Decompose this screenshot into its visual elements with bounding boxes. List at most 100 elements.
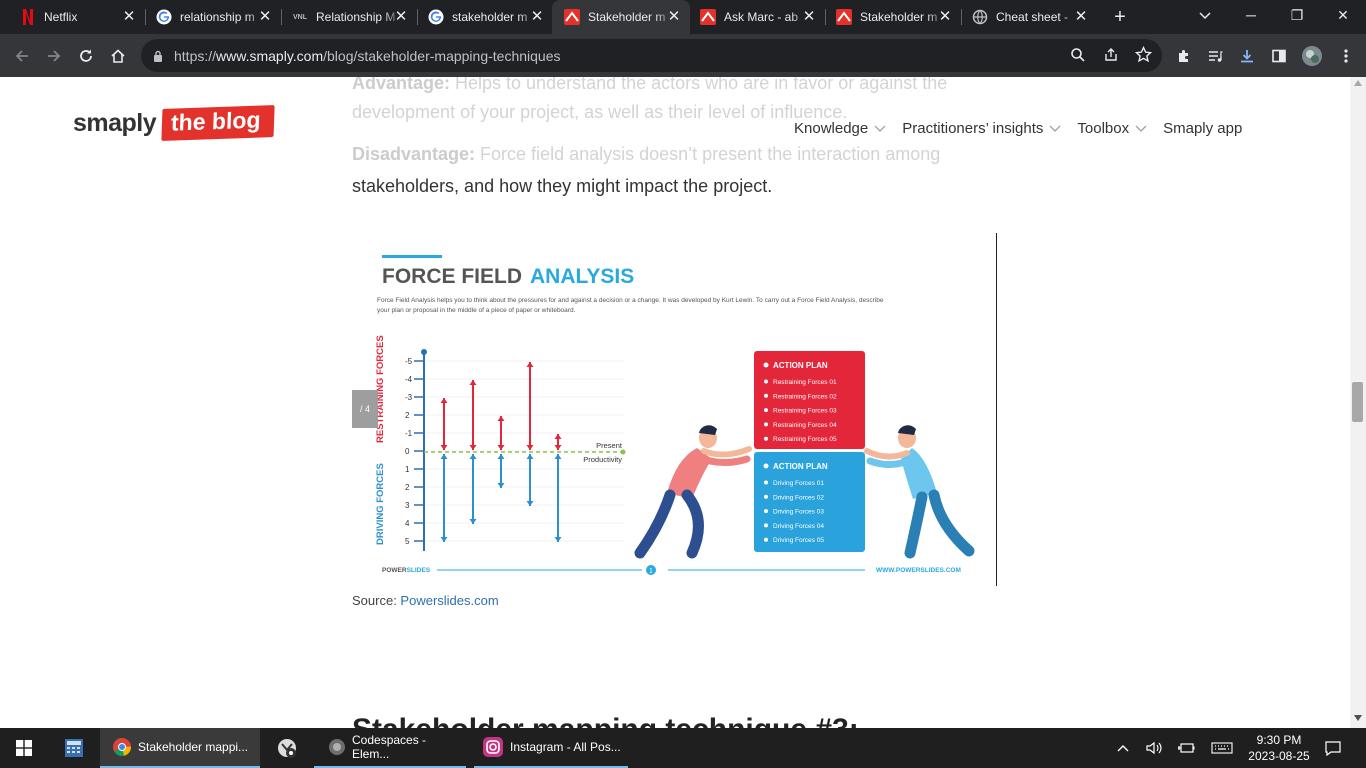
tab-title: relationship m [180,10,255,24]
driving-force-arrowhead [497,454,505,459]
forward-button[interactable] [40,42,68,70]
reload-button[interactable] [72,42,100,70]
axis-tick-label: -3 [405,393,413,402]
new-tab-button[interactable]: + [1109,6,1131,28]
axis-tick-label: -4 [405,375,413,384]
taskbar-clock[interactable]: 9:30 PM 2023-08-25 [1248,732,1310,764]
list-bullet [764,422,768,427]
nav-toolbox[interactable]: Toolbox [1077,120,1147,137]
menu-kebab-icon[interactable] [1332,42,1360,70]
lock-icon[interactable] [153,49,163,67]
close-tab-icon[interactable]: ✕ [801,9,817,25]
close-tab-icon[interactable]: ✕ [257,9,273,25]
driving-force-arrowhead [469,454,477,459]
profile-avatar-icon[interactable] [1298,42,1326,70]
axis-tick-label: 5 [405,537,410,546]
axis-tick-label: 4 [405,519,410,528]
tab-netflix[interactable]: Netflix ✕ [0,0,145,34]
chevron-down-icon [874,125,886,132]
url-text: https://www.smaply.com/blog/stakeholder-… [174,48,561,64]
nav-practitioners-insights[interactable]: Practitioners’ insights [902,120,1061,137]
app-taskbar-icon[interactable] [264,728,310,768]
close-tab-icon[interactable]: ✕ [529,9,545,25]
axis-tick-label: -1 [405,429,413,438]
footer-page-number: 1 [649,568,653,575]
taskbar-item-chrome[interactable]: Stakeholder mappi... [100,728,260,768]
list-bullet [764,436,768,441]
action-plan-item: Driving Forces 05 [773,537,824,544]
figure-desc-1: Force Field Analysis helps you to think … [377,297,884,304]
tab-smaply-stakeholder-active[interactable]: Stakeholder m ✕ [552,0,690,34]
tab-google-relationship[interactable]: relationship m ✕ [136,0,281,34]
tab-smaply-stakeholder-2[interactable]: Stakeholder m ✕ [816,0,961,34]
list-bullet [764,408,768,413]
netflix-icon [20,9,36,25]
start-button[interactable] [0,728,48,768]
action-plan-item: Driving Forces 04 [773,523,824,530]
battery-plug-icon[interactable] [1174,728,1198,768]
vnl-icon: VNL [293,13,307,21]
restraining-force-arrowtail [554,434,562,439]
source-link[interactable]: Powerslides.com [400,593,498,608]
restraining-force-arrowhead [469,445,477,450]
action-plan-item: Restraining Forces 05 [773,436,837,443]
taskbar-item-instagram[interactable]: Instagram - All Pos... [474,728,628,768]
calculator-taskbar-icon[interactable] [52,728,96,768]
smaply-icon [700,9,716,25]
site-logo[interactable]: smaply the blog [73,105,276,141]
windows-taskbar: Stakeholder mappi... Codespaces - Elem..… [0,728,1366,768]
close-tab-icon[interactable]: ✕ [937,9,953,25]
scrollbar-thumb[interactable] [1352,382,1363,422]
minimize-button[interactable]: ─ [1228,0,1274,30]
tab-search-chevron-icon[interactable] [1182,0,1228,30]
tab-title: Stakeholder m [860,10,938,24]
home-button[interactable] [104,42,132,70]
maximize-button[interactable]: ❐ [1274,0,1320,30]
side-panel-icon[interactable] [1265,42,1293,70]
gallery-page-indicator[interactable]: / 4 [352,390,378,428]
address-bar[interactable]: https://www.smaply.com/blog/stakeholder-… [141,39,1162,72]
axis-tick-label: 3 [405,501,410,510]
tab-ask-marc[interactable]: Ask Marc - ab ✕ [680,0,825,34]
extensions-puzzle-icon[interactable] [1170,42,1198,70]
tab-cheat-sheet[interactable]: Cheat sheet - ✕ [952,0,1097,34]
tab-vnl-relationship[interactable]: VNL Relationship M ✕ [272,0,417,34]
bookmark-star-icon[interactable] [1134,45,1153,68]
action-plan-item: Restraining Forces 03 [773,408,837,415]
download-icon[interactable] [1233,42,1261,70]
close-tab-icon[interactable]: ✕ [393,9,409,25]
share-icon[interactable] [1103,47,1119,68]
logo-text: smaply [73,108,157,137]
logo-badge: the blog [161,105,276,141]
restraining-force-arrowtail [440,398,448,403]
close-tab-icon[interactable]: ✕ [121,9,137,25]
media-queue-icon[interactable] [1201,42,1229,70]
close-tab-icon[interactable]: ✕ [1073,9,1089,25]
tray-chevron-up-icon[interactable] [1112,728,1134,768]
section-heading: Stakeholder mapping technique #3: [352,713,859,728]
back-button[interactable] [8,42,36,70]
list-bullet [764,537,768,542]
tab-google-stakeholder[interactable]: stakeholder m ✕ [408,0,553,34]
restraining-force-arrowtail [497,416,505,421]
close-window-button[interactable]: ✕ [1320,0,1366,30]
browser-toolbar: https://www.smaply.com/blog/stakeholder-… [0,34,1366,77]
status-app-icon [278,739,296,758]
footer-url: WWW.POWERSLIDES.COM [876,567,961,574]
google-icon [156,9,172,25]
notification-icon[interactable] [1318,728,1348,768]
nav-smaply-app[interactable]: Smaply app [1163,120,1242,137]
axis-tick-label: 2 [405,483,410,492]
list-bullet [764,393,768,398]
keyboard-icon[interactable] [1208,728,1236,768]
tab-title: Stakeholder m [588,10,666,24]
tab-title: Ask Marc - ab [724,10,799,24]
taskbar-item-codespaces[interactable]: Codespaces - Elem... [314,728,466,768]
nav-knowledge[interactable]: Knowledge [794,120,886,137]
volume-icon[interactable] [1142,728,1166,768]
figure-border [996,233,997,586]
productivity-label: Productivity [583,455,622,464]
windows-logo-icon [16,740,32,756]
axis-tick-label: 0 [405,447,410,456]
zoom-search-icon[interactable] [1070,47,1086,68]
